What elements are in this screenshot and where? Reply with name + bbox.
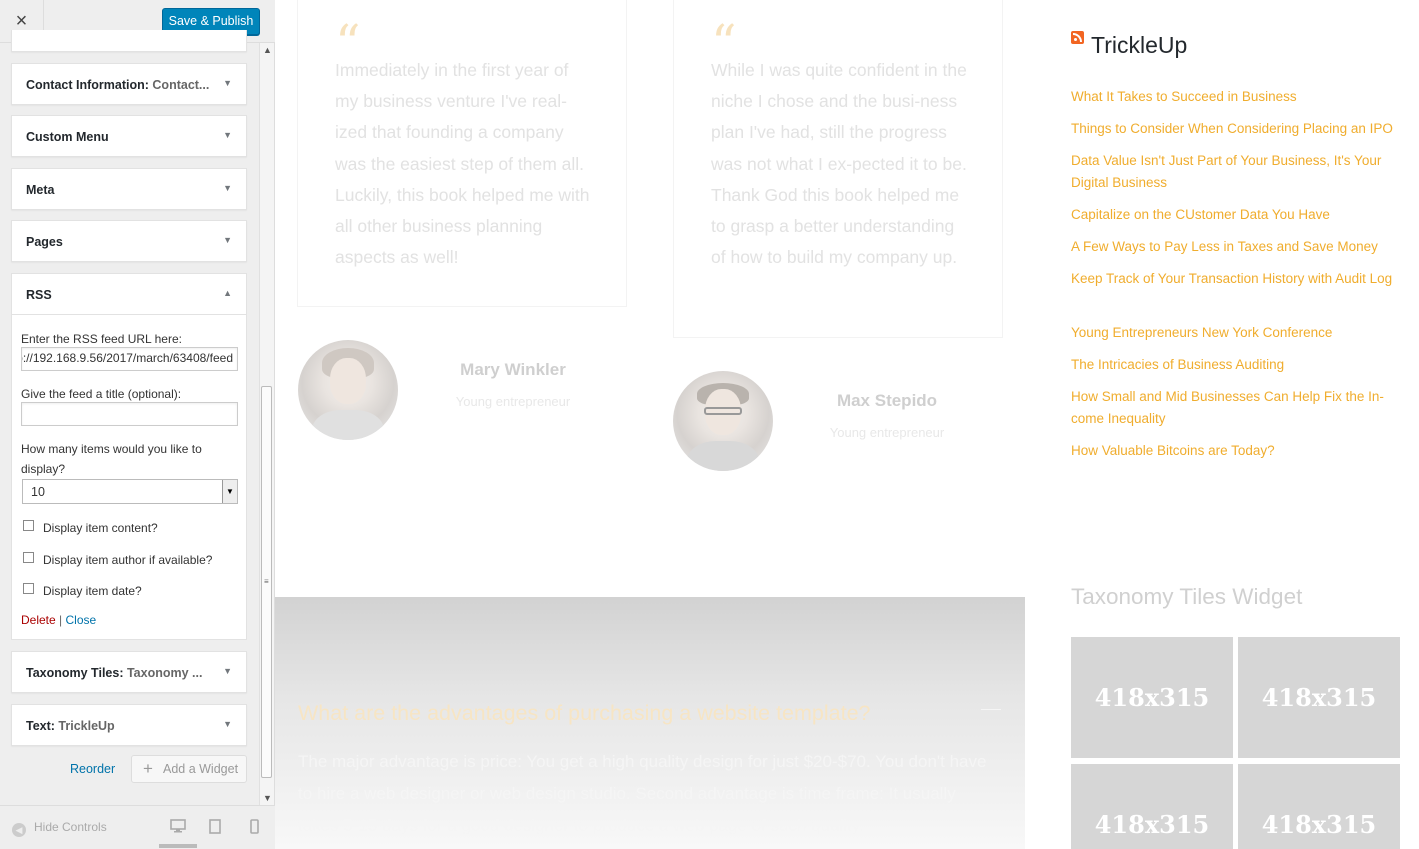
display-author-checkbox[interactable] [23,552,34,563]
close-link[interactable]: Close [66,613,97,627]
rss-item-link[interactable]: Things to Consider When Considering Plac… [1071,118,1401,140]
collapse-dash-icon[interactable] [981,709,1001,710]
items-count-value: 10 [31,485,45,499]
hide-controls-label: Hide Controls [34,820,107,834]
widget-contact-information[interactable]: Contact Information: Contact... ▼ [11,63,247,105]
widget-title: Text: [26,719,55,733]
rss-item-link[interactable]: A Few Ways to Pay Less in Taxes and Save… [1071,236,1401,258]
scroll-up-icon[interactable]: ▲ [263,45,272,55]
add-widget-button[interactable]: + Add a Widget [131,755,247,783]
grip-icon: ≡ [264,577,269,586]
dropdown-arrow-icon[interactable]: ▼ [222,480,237,503]
customizer-footer: ◀ Hide Controls [0,805,275,849]
testimonial-name: Mary Winkler [460,360,566,379]
avatar [298,340,398,440]
desktop-preview-icon[interactable] [170,819,186,836]
rss-item-link[interactable]: Capitalize on the CUstomer Data You Have [1071,204,1401,226]
collapse-icon: ◀ [12,823,26,837]
widget-actions: Delete | Close [21,613,96,627]
taxonomy-tile[interactable]: 418x315 [1238,637,1400,758]
active-device-indicator [159,844,197,848]
site-preview: “ Immediately in the first year of my bu… [275,0,1419,849]
scrollbar-thumb[interactable]: ≡ [261,386,272,778]
widget-taxonomy-tiles[interactable]: Taxonomy Tiles: Taxonomy ... ▼ [11,651,247,693]
testimonial-quote: Immediately in the first year of my busi… [335,60,590,268]
rss-item-link[interactable]: Data Value Isn't Just Part of Your Busin… [1071,150,1401,194]
feed-title-label: Give the feed a title (optional): [21,387,182,401]
taxonomy-widget-title: Taxonomy Tiles Widget [1071,584,1303,609]
mobile-preview-icon[interactable] [250,819,259,837]
rss-item-link[interactable]: Keep Track of Your Transaction History w… [1071,268,1401,290]
separator: | [59,613,63,627]
display-date-label: Display item date? [43,584,142,598]
widget-pages[interactable]: Pages ▼ [11,220,247,262]
display-content-label: Display item content? [43,521,158,535]
rss-url-input[interactable]: http://192.168.9.56/2017/march/63408/fee… [21,347,238,371]
testimonial-role: Young entrepreneur [455,394,571,409]
arrow-down-icon[interactable]: ▼ [223,719,232,729]
taxonomy-tile[interactable]: 418x315 [1071,637,1233,758]
items-count-label: How many items would you like to display… [21,442,202,476]
widget-title: Contact Information: [26,78,149,92]
feed-title-input[interactable] [21,402,238,426]
widget-rss-expanded: RSS ▲ Enter the RSS feed URL here: http:… [11,273,247,640]
items-count-select[interactable]: 10 ▼ [22,479,238,504]
delete-link[interactable]: Delete [21,613,56,627]
rss-item-link[interactable]: How Valuable Bitcoins are Today? [1071,440,1401,462]
sidebar-scrollbar[interactable]: ▲ ≡ ▼ [259,43,274,805]
widget-partial-top [11,30,247,52]
testimonial-role: Young entrepreneur [829,425,945,440]
arrow-down-icon[interactable]: ▼ [223,130,232,140]
rss-item-link[interactable]: What It Takes to Succeed in Business [1071,86,1401,108]
display-content-checkbox[interactable] [23,520,34,531]
plus-icon: + [143,759,153,778]
arrow-down-icon[interactable]: ▼ [223,183,232,193]
arrow-down-icon[interactable]: ▼ [223,78,232,88]
faq-question[interactable]: What are the advantages of purchasing a … [298,701,871,726]
arrow-down-icon[interactable]: ▼ [223,235,232,245]
taxonomy-tile[interactable]: 418x315 [1071,764,1233,849]
rss-item-link[interactable]: The Intricacies of Business Auditing [1071,354,1401,376]
widget-subtitle: TrickleUp [58,719,115,733]
scroll-down-icon[interactable]: ▼ [263,793,272,803]
reorder-link[interactable]: Reorder [70,762,115,776]
add-widget-label: Add a Widget [163,762,239,776]
widget-subtitle: Contact... [152,78,210,92]
faq-answer: The major advantage is price: You get a … [298,752,987,835]
widget-title[interactable]: RSS [26,288,52,302]
testimonial-quote: While I was quite confident in the niche… [711,60,967,268]
rss-feed-icon[interactable] [1071,31,1084,44]
widget-meta[interactable]: Meta ▼ [11,168,247,210]
widget-subtitle: Taxonomy ... [126,666,203,680]
rss-item-link[interactable]: How Small and Mid Businesses Can Help Fi… [1071,386,1401,430]
customizer-sidebar: × Save & Publish Contact Information: Co… [0,0,275,849]
display-author-label: Display item author if available? [43,553,213,567]
faq-section: What are the advantages of purchasing a … [275,597,1025,849]
arrow-down-icon[interactable]: ▼ [223,666,232,676]
widget-title: Pages [26,235,63,249]
display-date-checkbox[interactable] [23,583,34,594]
widget-title: Custom Menu [26,130,109,144]
tablet-preview-icon[interactable] [209,819,221,837]
divider [12,314,246,315]
widget-text[interactable]: Text: TrickleUp ▼ [11,704,247,746]
widget-title: Taxonomy Tiles: [26,666,124,680]
rss-widget-title[interactable]: TrickleUp [1091,32,1187,59]
rss-item-link[interactable]: Young Entrepreneurs New York Conference [1071,322,1401,344]
avatar [673,371,773,471]
rss-url-label: Enter the RSS feed URL here: [21,332,182,346]
widget-custom-menu[interactable]: Custom Menu ▼ [11,115,247,157]
testimonial-name: Max Stepido [836,391,938,410]
widget-title: Meta [26,183,55,197]
arrow-up-icon[interactable]: ▲ [223,288,232,298]
hide-controls-button[interactable]: ◀ Hide Controls [12,820,107,837]
taxonomy-tile[interactable]: 418x315 [1238,764,1400,849]
